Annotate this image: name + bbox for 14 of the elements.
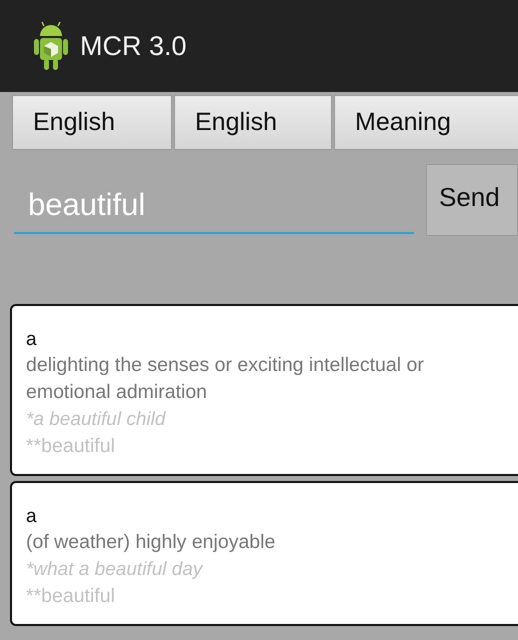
example-text: *what a beautiful day xyxy=(26,558,204,582)
app-title: MCR 3.0 xyxy=(80,30,187,62)
definition-text: delighting the senses or exciting intellectual or emotional admiration xyxy=(26,353,425,405)
headword-text: **beautiful xyxy=(26,584,116,609)
example-text: *a beautiful child xyxy=(26,408,167,432)
headword-text: **beautiful xyxy=(26,434,116,459)
language-button[interactable]: English xyxy=(12,95,172,150)
language-button[interactable]: Meaning xyxy=(334,95,518,150)
part-of-speech: a xyxy=(26,505,38,529)
part-of-speech: a xyxy=(26,328,38,352)
send-button[interactable]: Send xyxy=(426,164,518,236)
android-robot-icon xyxy=(34,21,68,71)
language-button[interactable]: English xyxy=(174,95,332,150)
definition-text: (of weather) highly enjoyable xyxy=(26,530,276,555)
